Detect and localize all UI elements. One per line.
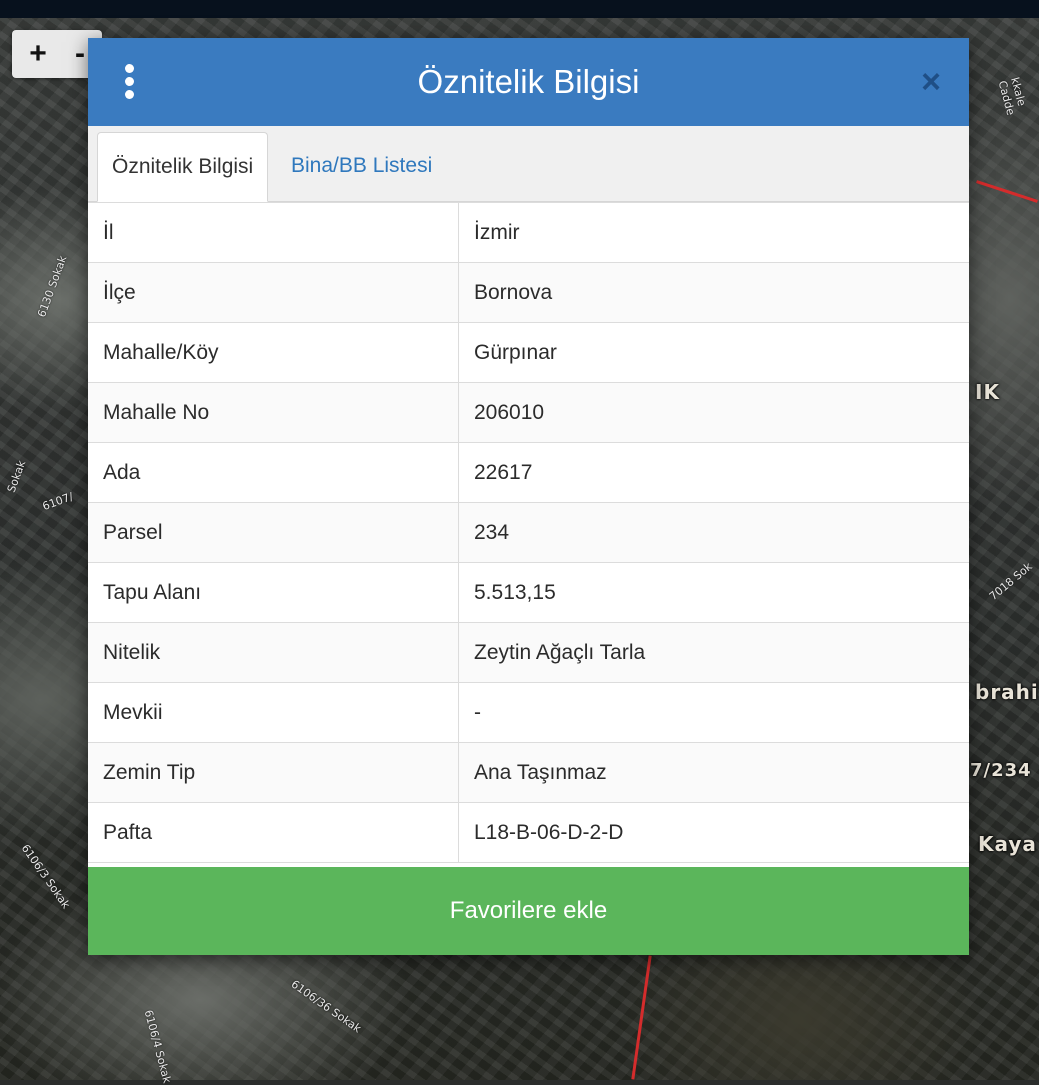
table-row: Parsel 234 <box>88 502 969 563</box>
attribute-value: 206010 <box>458 382 969 443</box>
table-row: Mevkii - <box>88 682 969 743</box>
map-label: brahi <box>975 680 1039 704</box>
zoom-in-button[interactable]: + <box>18 34 58 74</box>
attribute-value: 22617 <box>458 442 969 503</box>
close-icon[interactable]: × <box>915 65 947 99</box>
attribute-value: Ana Taşınmaz <box>458 742 969 803</box>
parcel-number-label: 7/234 <box>970 760 1032 781</box>
attribute-info-modal: Öznitelik Bilgisi × Öznitelik Bilgisi Bi… <box>88 38 969 955</box>
modal-title: Öznitelik Bilgisi <box>417 63 640 100</box>
attribute-key: Mahalle/Köy <box>88 322 459 383</box>
table-row: Mahalle No 206010 <box>88 382 969 443</box>
attribute-key: Ada <box>88 442 459 503</box>
table-row: Zemin Tip Ana Taşınmaz <box>88 742 969 803</box>
attribute-value: 234 <box>458 502 969 563</box>
attribute-key: Zemin Tip <box>88 742 459 803</box>
attribute-key: Nitelik <box>88 622 459 683</box>
modal-header: Öznitelik Bilgisi × <box>88 38 969 126</box>
attribute-value: Gürpınar <box>458 322 969 383</box>
attribute-key: Pafta <box>88 802 459 863</box>
attribute-value: L18-B-06-D-2-D <box>458 802 969 863</box>
attribute-value: Zeytin Ağaçlı Tarla <box>458 622 969 683</box>
table-row: İlçe Bornova <box>88 262 969 323</box>
attribute-key: Tapu Alanı <box>88 562 459 623</box>
attribute-key: Parsel <box>88 502 459 563</box>
top-bar <box>0 0 1039 18</box>
table-row: Tapu Alanı 5.513,15 <box>88 562 969 623</box>
attribute-key: Mahalle No <box>88 382 459 443</box>
attribute-value: Bornova <box>458 262 969 323</box>
attribute-value: 5.513,15 <box>458 562 969 623</box>
tab-attribute-info[interactable]: Öznitelik Bilgisi <box>97 132 269 202</box>
attribute-key: Mevkii <box>88 682 459 743</box>
table-row: Ada 22617 <box>88 442 969 503</box>
tab-building-list[interactable]: Bina/BB Listesi <box>277 132 446 200</box>
table-row: Nitelik Zeytin Ağaçlı Tarla <box>88 622 969 683</box>
attribute-value: İzmir <box>458 202 969 263</box>
map-label: Kaya <box>978 832 1037 856</box>
map-label: IK <box>975 380 1000 404</box>
attribute-key: İl <box>88 202 459 263</box>
attribute-table: İl İzmir İlçe Bornova Mahalle/Köy Gürpınar … <box>88 202 969 863</box>
attribute-value: - <box>458 682 969 743</box>
add-to-favorites-button[interactable]: Favorilere ekle <box>88 867 969 955</box>
tab-bar: Öznitelik Bilgisi Bina/BB Listesi <box>88 126 969 202</box>
table-row: İl İzmir <box>88 202 969 263</box>
table-row: Pafta L18-B-06-D-2-D <box>88 802 969 863</box>
table-row: Mahalle/Köy Gürpınar <box>88 322 969 383</box>
attribute-key: İlçe <box>88 262 459 323</box>
